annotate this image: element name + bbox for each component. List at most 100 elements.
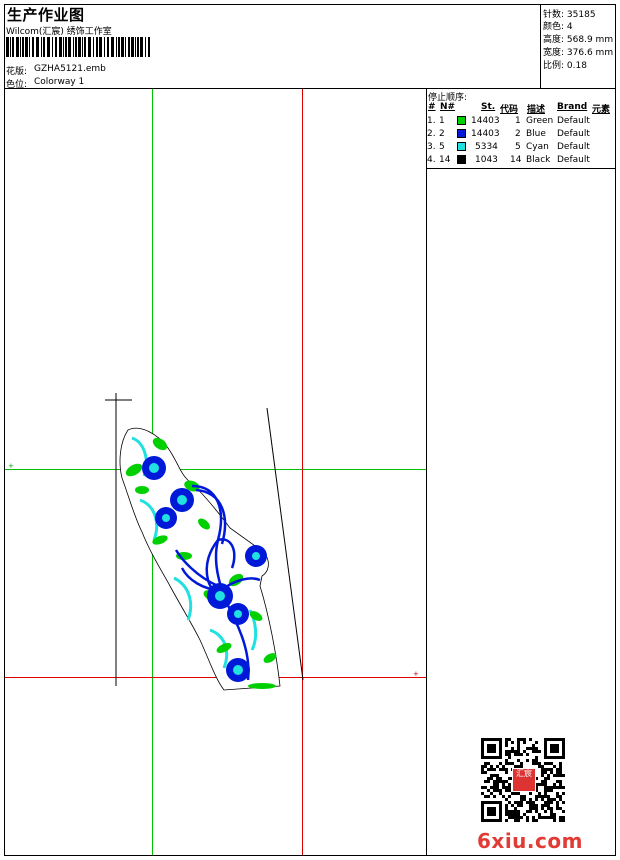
qr-module [490, 777, 493, 780]
qr-module [490, 792, 493, 795]
qr-module [550, 810, 553, 813]
header-divider [4, 88, 616, 89]
qr-module [553, 783, 556, 786]
qr-module [529, 792, 532, 795]
color-swatch [457, 142, 466, 151]
qr-module [481, 750, 484, 753]
qr-module [526, 753, 529, 756]
qr-module [502, 786, 505, 789]
qr-module [538, 765, 541, 768]
qr-module [499, 768, 502, 771]
row-index: 3. [427, 142, 436, 152]
barcode-bar [47, 37, 50, 57]
qr-module [517, 810, 520, 813]
qr-module [493, 795, 496, 798]
row-stitches: 14403 [471, 116, 500, 126]
qr-module [553, 798, 556, 801]
barcode-bar [131, 37, 134, 57]
qr-module [544, 753, 547, 756]
barcode-bar [75, 37, 77, 57]
qr-module [544, 750, 547, 753]
row-needle: 2 [439, 129, 445, 139]
qr-module [505, 768, 508, 771]
qr-module [505, 741, 508, 744]
row-stitches: 14403 [471, 129, 500, 139]
barcode-bar [140, 37, 143, 57]
qr-module [532, 744, 535, 747]
qr-module [529, 810, 532, 813]
qr-module [535, 795, 538, 798]
qr-module [544, 789, 547, 792]
qr-module [514, 807, 517, 810]
qr-module [517, 744, 520, 747]
barcode-bar [20, 37, 21, 57]
qr-module [559, 780, 562, 783]
barcode-bar [68, 37, 71, 57]
qr-module [517, 804, 520, 807]
row-code: 5 [515, 142, 521, 152]
qr-module [499, 810, 502, 813]
qr-module [499, 789, 502, 792]
qr-module [481, 753, 484, 756]
qr-module [487, 756, 490, 759]
qr-module [550, 738, 553, 741]
qr-module [547, 801, 550, 804]
qr-module [544, 756, 547, 759]
qr-module [526, 801, 529, 804]
row-needle: 14 [439, 155, 451, 165]
qr-module [499, 777, 502, 780]
qr-module [511, 804, 514, 807]
barcode-bar [22, 37, 24, 57]
qr-module [511, 750, 514, 753]
qr-module [547, 798, 550, 801]
qr-module [493, 744, 496, 747]
qr-module [505, 804, 508, 807]
qr-module [538, 792, 541, 795]
qr-module [529, 798, 532, 801]
qr-module [484, 795, 487, 798]
row-desc: Green [526, 116, 554, 126]
qr-module [556, 801, 559, 804]
qr-module [550, 768, 553, 771]
qr-module [487, 747, 490, 750]
qr-module [535, 750, 538, 753]
row-desc: Blue [526, 129, 546, 139]
qr-module [562, 753, 565, 756]
qr-module [517, 750, 520, 753]
qr-module [487, 807, 490, 810]
qr-module [547, 804, 550, 807]
qr-module [517, 753, 520, 756]
qr-module [514, 753, 517, 756]
barcode-bar [73, 37, 74, 57]
qr-module [559, 795, 562, 798]
qr-module [550, 744, 553, 747]
qr-module [484, 738, 487, 741]
guide-marker: + [413, 670, 419, 678]
col-header-st: St. [481, 102, 496, 112]
meta-height: 高度: 568.9 mm [543, 35, 614, 45]
qr-module [484, 756, 487, 759]
row-brand: Default [557, 129, 590, 139]
barcode-bar [148, 37, 150, 57]
qr-module [523, 795, 526, 798]
qr-module [520, 798, 523, 801]
qr-module [484, 765, 487, 768]
qr-module [502, 780, 505, 783]
row-desc: Cyan [526, 142, 549, 152]
qr-module [544, 795, 547, 798]
qr-module [496, 777, 499, 780]
qr-module [508, 753, 511, 756]
barcode-bar [107, 37, 109, 57]
qr-module [490, 813, 493, 816]
qr-module [544, 783, 547, 786]
qr-module [499, 780, 502, 783]
qr-module [559, 738, 562, 741]
qr-module [496, 756, 499, 759]
barcode-bar [78, 37, 81, 57]
qr-module [538, 750, 541, 753]
qr-module [493, 786, 496, 789]
qr-module [520, 762, 523, 765]
qr-module [493, 783, 496, 786]
barcode-bar [135, 37, 136, 57]
qr-module [562, 741, 565, 744]
